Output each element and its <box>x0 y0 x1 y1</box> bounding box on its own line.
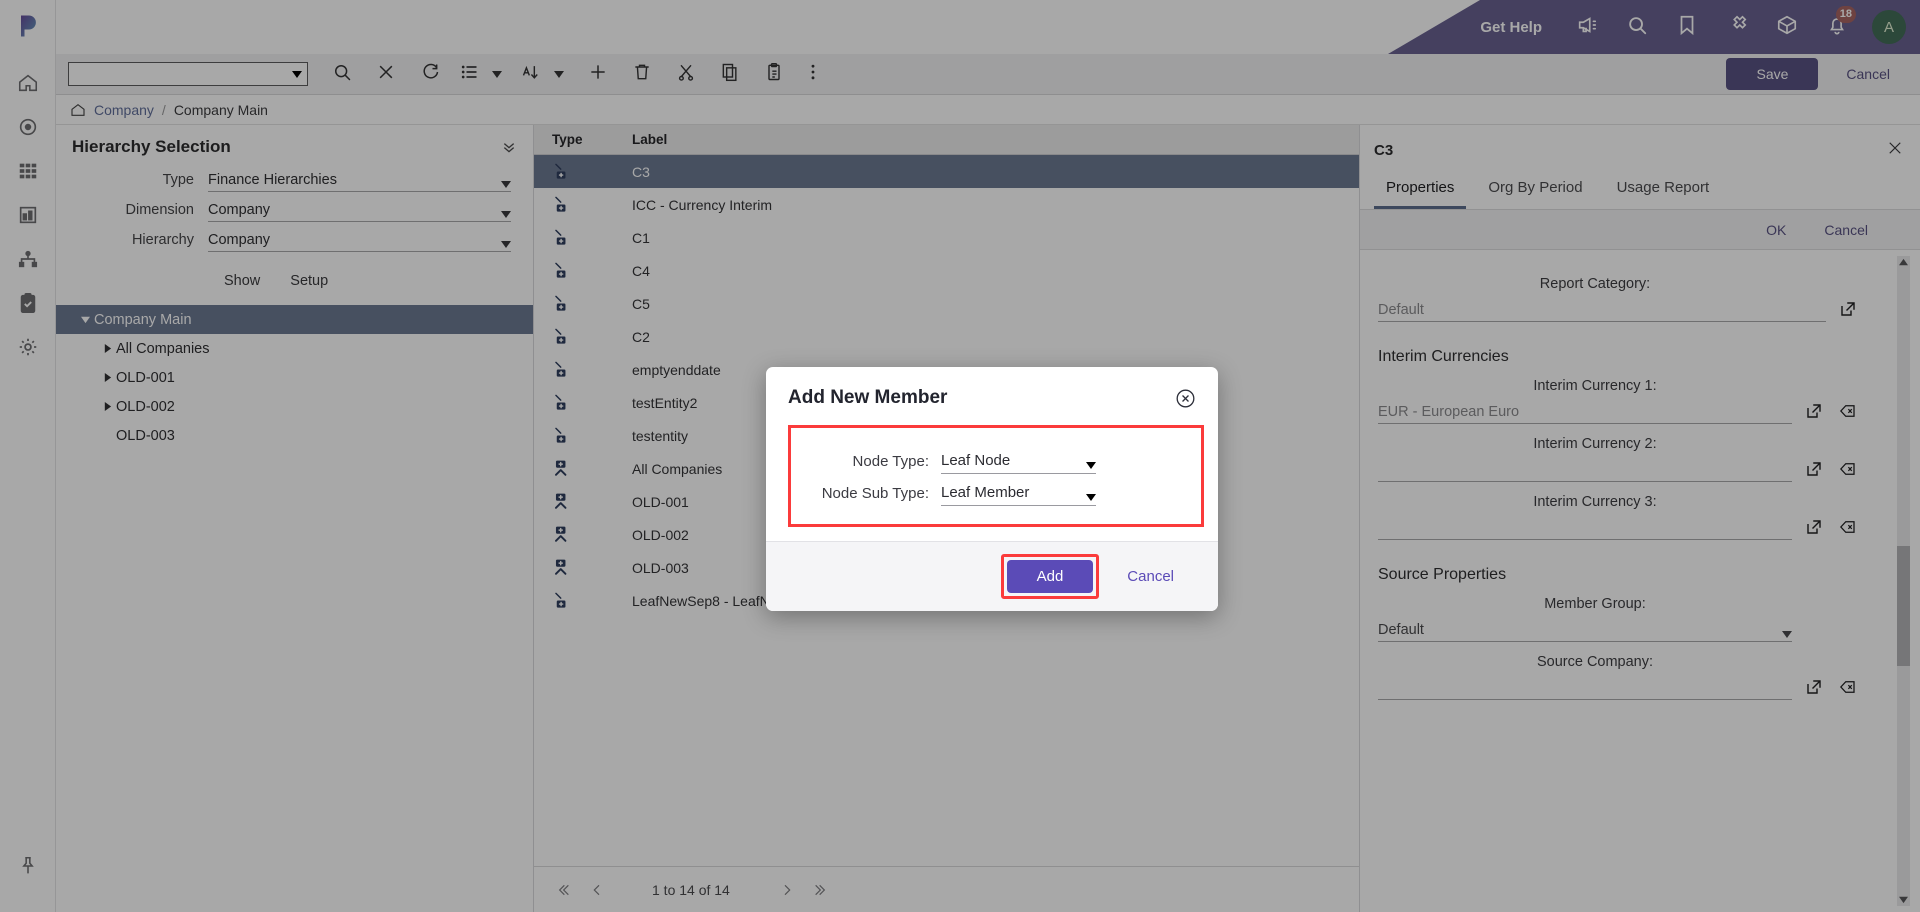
node-type-select[interactable]: Leaf Node <box>941 452 1096 474</box>
dialog-add-button[interactable]: Add <box>1006 560 1094 593</box>
dialog-node-type-field: Node Type: Leaf Node <box>791 452 1179 474</box>
node-sub-type-label: Node Sub Type: <box>821 485 929 502</box>
dialog-title: Add New Member <box>788 387 948 408</box>
chevron-down-icon <box>1086 462 1096 469</box>
node-sub-type-value: Leaf Member <box>941 484 1030 501</box>
modal-layer: Add New Member Node Type: Leaf Node Node… <box>0 0 1920 912</box>
dialog-cancel-button[interactable]: Cancel <box>1105 560 1196 593</box>
add-button-highlight: Add <box>1000 554 1100 599</box>
node-sub-type-select[interactable]: Leaf Member <box>941 484 1096 506</box>
close-circle-icon[interactable] <box>1175 388 1196 409</box>
dialog-footer: Add Cancel <box>766 541 1218 611</box>
chevron-down-icon <box>1086 494 1096 501</box>
dialog-header: Add New Member <box>766 367 1218 421</box>
node-type-label: Node Type: <box>852 453 929 470</box>
dialog-fields-highlight: Node Type: Leaf Node Node Sub Type: Leaf… <box>788 425 1204 527</box>
dialog-node-sub-type-field: Node Sub Type: Leaf Member <box>791 484 1179 506</box>
add-new-member-dialog: Add New Member Node Type: Leaf Node Node… <box>766 367 1218 611</box>
node-type-value: Leaf Node <box>941 452 1011 469</box>
